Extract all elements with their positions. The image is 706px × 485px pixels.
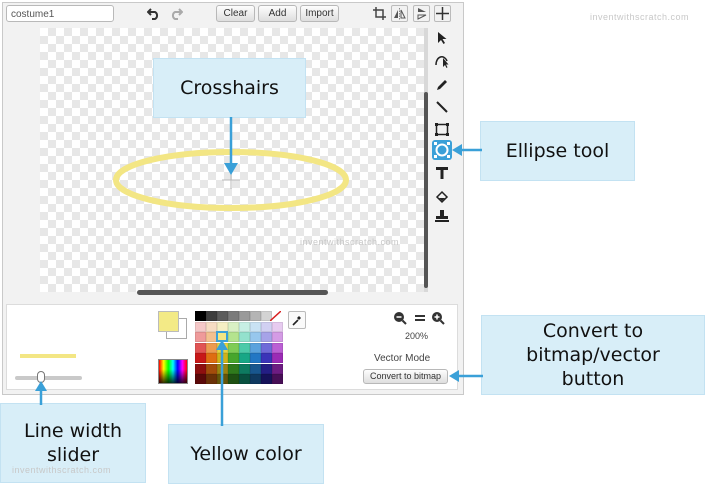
callout-crosshairs-text: Crosshairs bbox=[180, 77, 279, 99]
transparent-color-swatch[interactable] bbox=[270, 311, 281, 321]
palette-swatch[interactable] bbox=[261, 332, 272, 342]
palette-swatch[interactable] bbox=[239, 311, 250, 321]
color-picker-spectrum[interactable] bbox=[158, 359, 188, 384]
reshape-icon[interactable] bbox=[433, 51, 451, 69]
clear-button[interactable]: Clear bbox=[216, 5, 255, 22]
palette-swatch[interactable] bbox=[272, 342, 283, 353]
palette-swatch[interactable] bbox=[272, 374, 283, 384]
rectangle-icon[interactable] bbox=[433, 120, 451, 138]
palette-swatch[interactable] bbox=[217, 311, 228, 321]
redo-icon[interactable] bbox=[167, 5, 185, 22]
palette-swatch[interactable] bbox=[261, 353, 272, 363]
select-arrow-icon[interactable] bbox=[433, 29, 451, 47]
callout-convert-button: Convert to bitmap/vector button bbox=[481, 315, 705, 395]
palette-swatch[interactable] bbox=[250, 374, 261, 384]
arrow-line-width bbox=[35, 381, 47, 405]
flip-horizontal-icon[interactable] bbox=[391, 5, 408, 22]
line-width-slider-track[interactable] bbox=[15, 376, 82, 380]
arrow-yellow-color bbox=[216, 340, 228, 426]
pencil-icon[interactable] bbox=[433, 76, 451, 94]
palette-swatch[interactable] bbox=[250, 342, 261, 353]
palette-swatch[interactable] bbox=[250, 353, 261, 363]
callout-yellow-color-text: Yellow color bbox=[190, 443, 302, 465]
bottom-left-watermark: inventwithscratch.com bbox=[12, 465, 112, 475]
palette-swatch[interactable] bbox=[228, 321, 239, 332]
zoom-reset-icon[interactable] bbox=[413, 311, 427, 325]
palette-swatch[interactable] bbox=[239, 321, 250, 332]
palette-swatch[interactable] bbox=[250, 363, 261, 374]
palette-swatch[interactable] bbox=[261, 363, 272, 374]
arrow-ellipse-tool bbox=[452, 144, 482, 156]
palette-swatch[interactable] bbox=[195, 363, 206, 374]
mode-label: Vector Mode bbox=[374, 353, 431, 364]
palette-swatch[interactable] bbox=[206, 321, 217, 332]
palette-swatch[interactable] bbox=[250, 311, 261, 321]
arrow-crosshairs bbox=[224, 117, 238, 175]
palette-swatch[interactable] bbox=[272, 332, 283, 342]
primary-color-swatch[interactable] bbox=[158, 311, 179, 332]
eyedropper-icon[interactable] bbox=[288, 311, 306, 329]
set-center-icon[interactable] bbox=[434, 5, 451, 22]
zoom-out-icon[interactable] bbox=[393, 311, 407, 325]
horizontal-scrollbar[interactable] bbox=[137, 290, 328, 295]
add-button[interactable]: Add bbox=[258, 5, 297, 22]
palette-swatch[interactable] bbox=[195, 353, 206, 363]
convert-to-bitmap-button[interactable]: Convert to bitmap bbox=[363, 369, 448, 384]
palette-swatch[interactable] bbox=[195, 311, 206, 321]
undo-icon[interactable] bbox=[145, 5, 163, 22]
import-button[interactable]: Import bbox=[300, 5, 339, 22]
palette-swatch[interactable] bbox=[239, 374, 250, 384]
palette-swatch[interactable] bbox=[239, 342, 250, 353]
palette-swatch[interactable] bbox=[272, 321, 283, 332]
callout-ellipse-tool-text: Ellipse tool bbox=[505, 140, 610, 162]
line-icon[interactable] bbox=[433, 98, 451, 116]
callout-line-width-text: Line width slider bbox=[23, 420, 122, 466]
palette-swatch[interactable] bbox=[239, 353, 250, 363]
stamp-icon[interactable] bbox=[433, 207, 451, 225]
palette-swatch[interactable] bbox=[250, 321, 261, 332]
callout-ellipse-tool: Ellipse tool bbox=[480, 121, 635, 181]
palette-swatch[interactable] bbox=[217, 321, 228, 332]
crop-icon[interactable] bbox=[371, 5, 388, 22]
top-right-watermark: inventwithscratch.com bbox=[590, 12, 690, 22]
palette-swatch[interactable] bbox=[261, 374, 272, 384]
callout-convert-button-text: Convert to bitmap/vector button bbox=[526, 320, 660, 390]
vertical-scrollbar[interactable] bbox=[424, 92, 428, 288]
color-palette[interactable] bbox=[195, 311, 283, 387]
flip-vertical-icon[interactable] bbox=[413, 5, 430, 22]
palette-swatch[interactable] bbox=[239, 363, 250, 374]
palette-swatch[interactable] bbox=[239, 332, 250, 342]
text-icon[interactable] bbox=[433, 164, 451, 182]
ellipse-icon[interactable] bbox=[432, 140, 452, 160]
palette-swatch[interactable] bbox=[195, 332, 206, 342]
palette-swatch[interactable] bbox=[206, 311, 217, 321]
palette-swatch[interactable] bbox=[261, 321, 272, 332]
canvas-watermark: inventwithscratch.com bbox=[300, 237, 400, 247]
costume-name-field[interactable]: costume1 bbox=[6, 5, 114, 22]
palette-swatch[interactable] bbox=[195, 374, 206, 384]
callout-yellow-color: Yellow color bbox=[168, 424, 324, 484]
callout-crosshairs: Crosshairs bbox=[153, 58, 306, 118]
zoom-level: 200% bbox=[405, 331, 429, 341]
palette-swatch[interactable] bbox=[272, 353, 283, 363]
palette-swatch[interactable] bbox=[228, 311, 239, 321]
palette-swatch[interactable] bbox=[272, 363, 283, 374]
fill-bucket-icon[interactable] bbox=[433, 188, 451, 206]
palette-swatch[interactable] bbox=[261, 342, 272, 353]
palette-swatch[interactable] bbox=[195, 342, 206, 353]
arrow-convert-button bbox=[449, 370, 483, 382]
zoom-in-icon[interactable] bbox=[431, 311, 445, 325]
palette-swatch[interactable] bbox=[195, 321, 206, 332]
palette-swatch[interactable] bbox=[250, 332, 261, 342]
line-width-preview bbox=[20, 354, 76, 358]
